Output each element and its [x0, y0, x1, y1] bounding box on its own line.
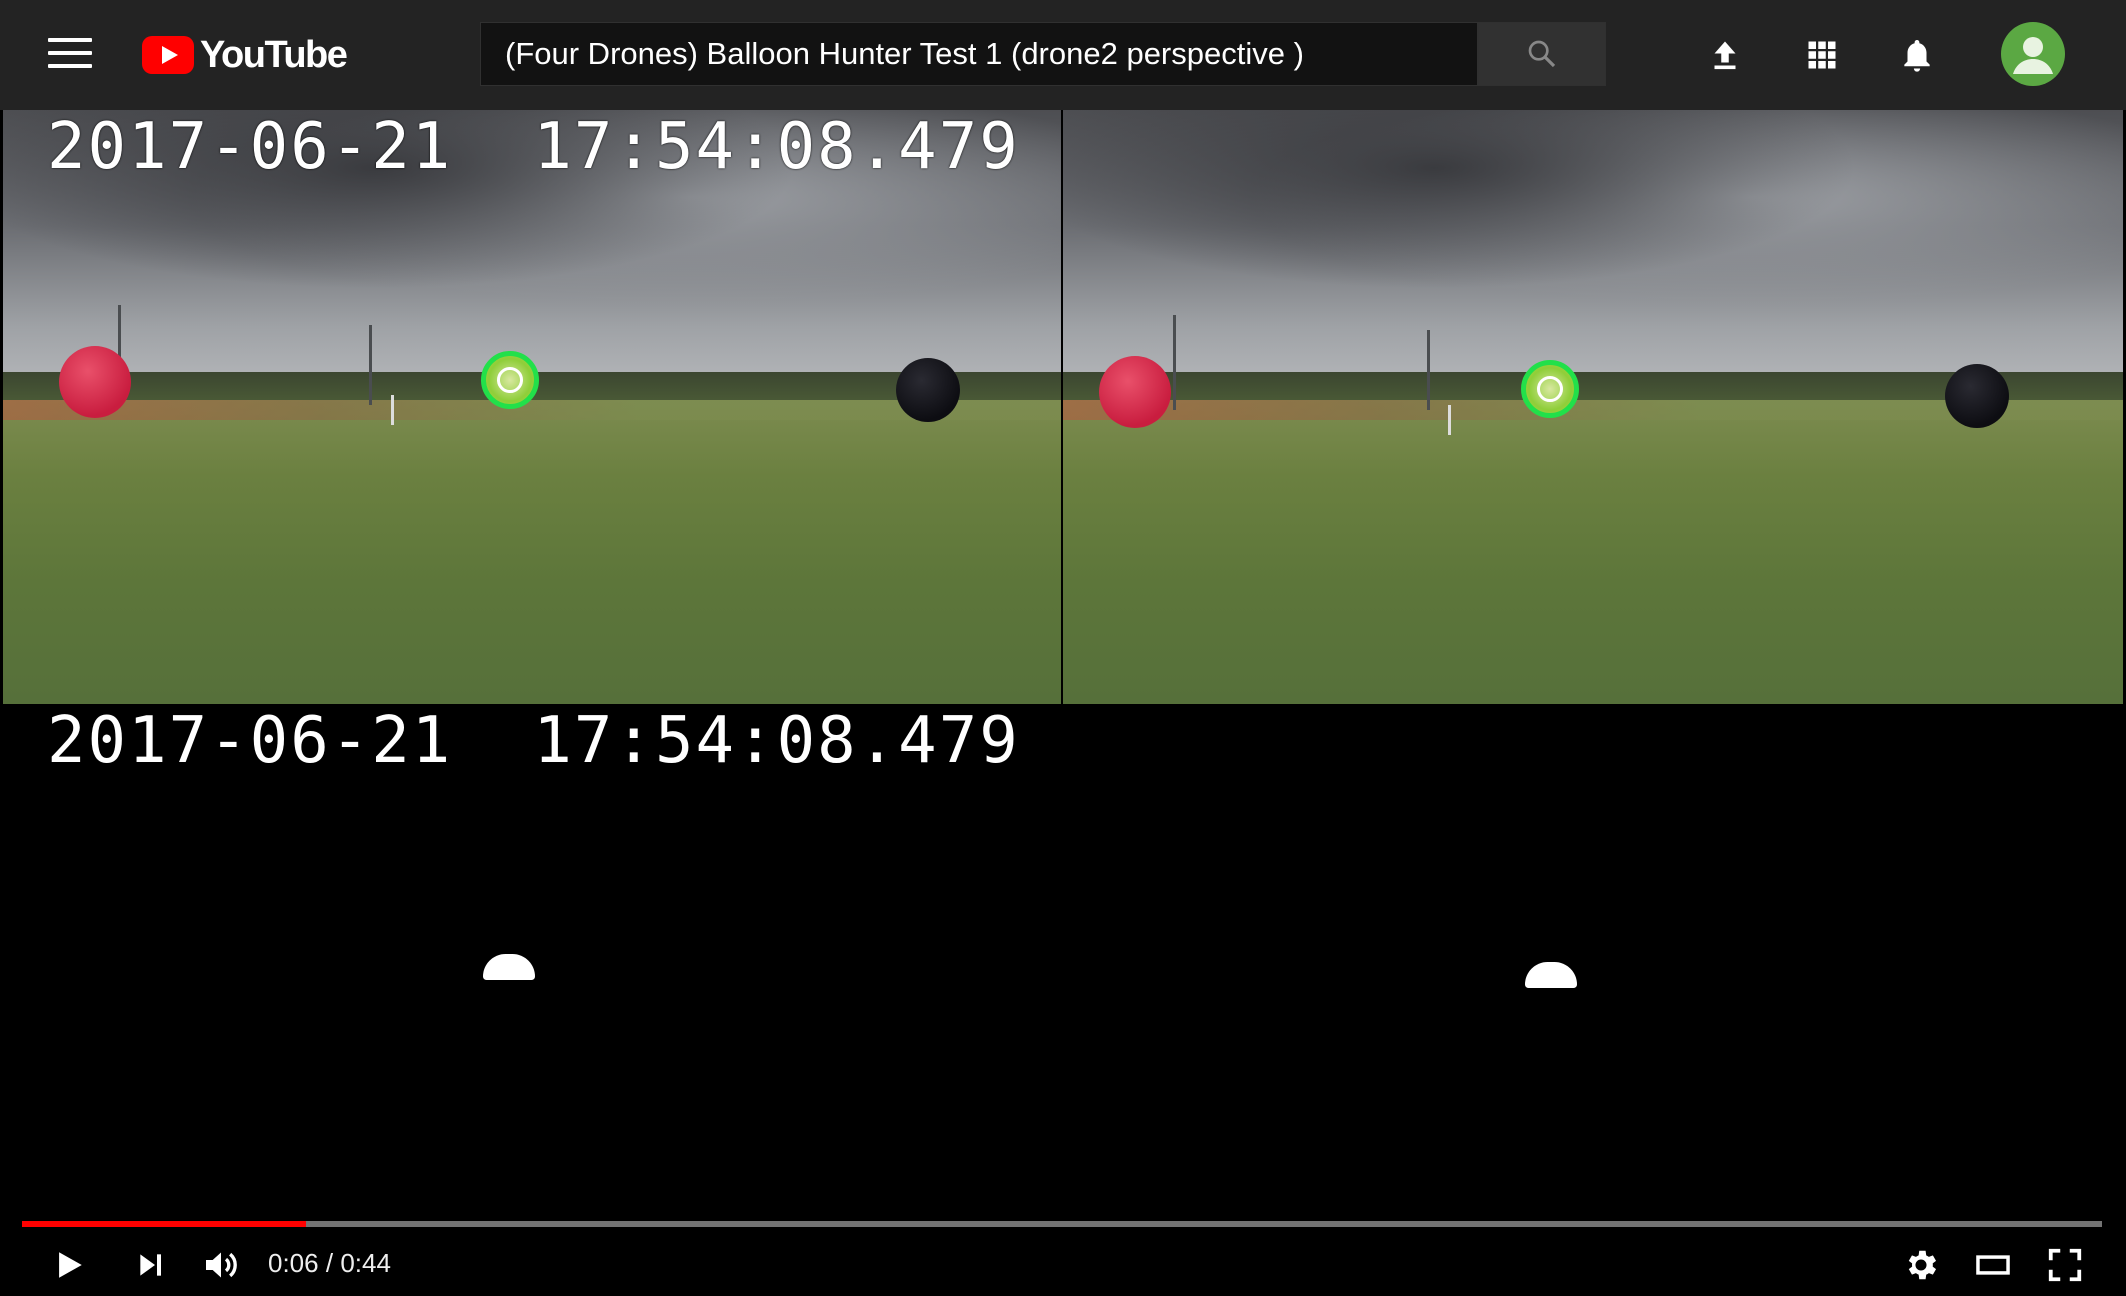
masthead: YouTube [0, 0, 2126, 110]
search-input[interactable] [503, 35, 1477, 73]
video-player[interactable]: 2017-06-21 17:54:08.479 2017-06-21 17:54… [0, 110, 2126, 1296]
menu-icon[interactable] [48, 38, 92, 72]
account-avatar[interactable] [2001, 22, 2065, 86]
duration: 0:44 [340, 1248, 391, 1278]
camera-view-left: 2017-06-21 17:54:08.479 [3, 110, 1061, 704]
target-center [1537, 376, 1563, 402]
red-balloon [59, 346, 131, 418]
search-button[interactable] [1478, 22, 1606, 86]
next-button[interactable] [126, 1240, 176, 1290]
fullscreen-icon [2048, 1248, 2082, 1282]
play-icon [59, 1252, 82, 1278]
upload-icon [1714, 41, 1736, 70]
notifications-button[interactable] [1890, 28, 1944, 82]
progress-played [22, 1221, 306, 1227]
fullscreen-button[interactable] [2040, 1240, 2090, 1290]
account-avatar-icon [2013, 37, 2053, 74]
play-button[interactable] [44, 1240, 94, 1290]
red-balloon [1099, 356, 1171, 428]
black-balloon [1945, 364, 2009, 428]
next-icon [140, 1254, 161, 1276]
theater-mode-button[interactable] [1968, 1240, 2018, 1290]
current-time: 0:06 [268, 1248, 319, 1278]
black-balloon [896, 358, 960, 422]
theater-mode-icon [1976, 1255, 2010, 1275]
timestamp-overlay: 2017-06-21 17:54:08.479 [47, 110, 1020, 184]
time-display: 0:06 / 0:44 [268, 1248, 391, 1279]
detected-blob [483, 954, 535, 980]
target-center [497, 367, 523, 393]
apps-button[interactable] [1795, 28, 1849, 82]
settings-button[interactable] [1896, 1240, 1946, 1290]
youtube-logo-icon [142, 36, 194, 74]
mute-button[interactable] [196, 1240, 246, 1290]
mask-view-left: 2017-06-21 17:54:08.479 [3, 704, 1061, 1296]
timestamp-overlay: 2017-06-21 17:54:08.479 [47, 704, 1020, 778]
settings-gear-icon [1908, 1250, 1937, 1280]
logo-text: YouTube [200, 33, 348, 76]
apps-icon [1808, 41, 1836, 69]
search-box [480, 22, 1478, 86]
search-icon [1528, 40, 1556, 68]
progress-bar[interactable] [22, 1221, 2102, 1227]
time-separator: / [325, 1248, 334, 1278]
mask-view-right [1063, 704, 2123, 1296]
camera-view-right [1063, 110, 2123, 704]
volume-icon [206, 1252, 237, 1278]
notifications-bell-icon [1904, 39, 1930, 72]
youtube-logo[interactable]: YouTube [142, 33, 348, 77]
upload-button[interactable] [1698, 28, 1752, 82]
detected-blob [1525, 962, 1577, 988]
